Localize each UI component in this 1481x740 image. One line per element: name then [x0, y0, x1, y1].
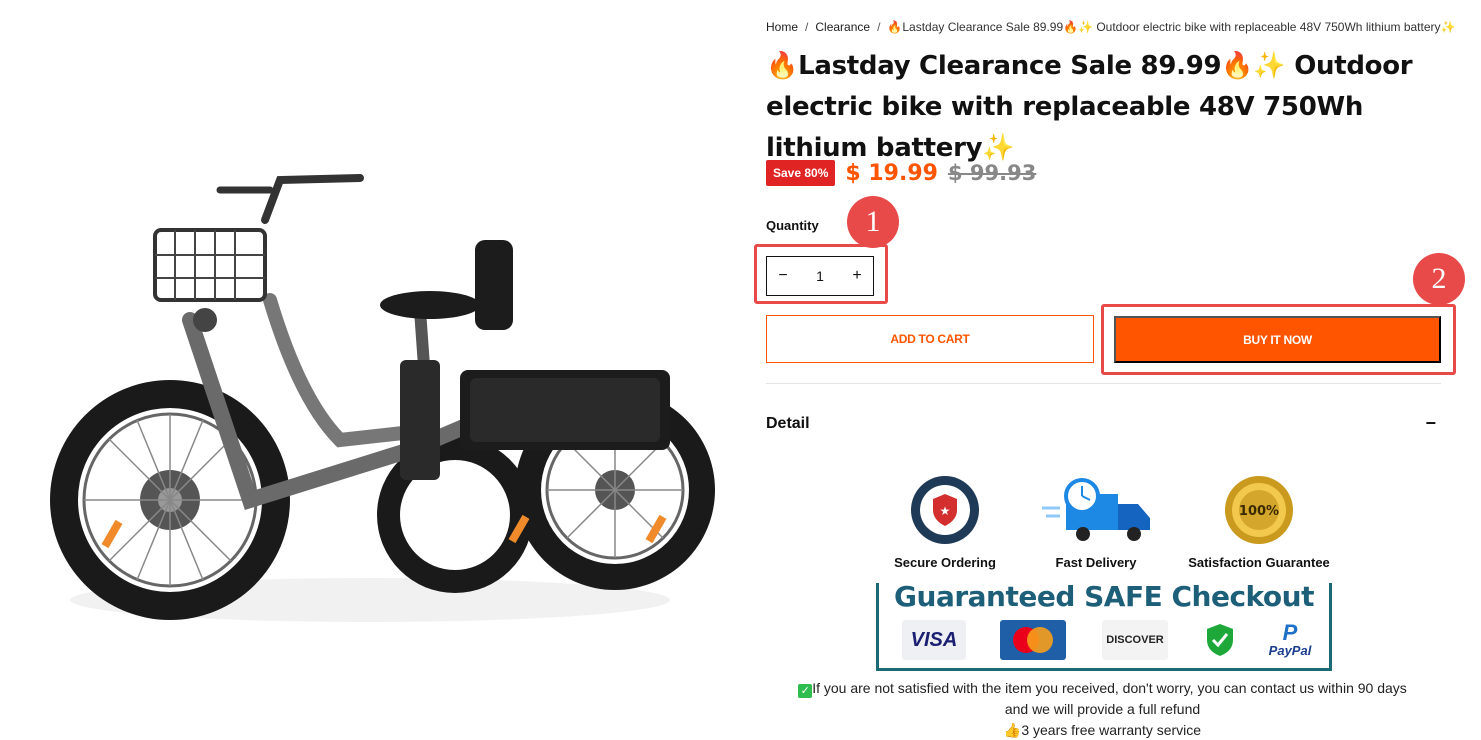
satisfaction-guarantee-badge: 100% Satisfaction Guarantee [1186, 474, 1332, 570]
warranty-line: 3 years free warranty service [1021, 722, 1202, 738]
mastercard-icon [1013, 627, 1053, 653]
secure-shield-logo [1200, 620, 1240, 660]
breadcrumb-home[interactable]: Home [766, 20, 798, 34]
secure-ordering-badge: ★ Secure Ordering [882, 474, 1008, 570]
annotation-box-1 [754, 244, 888, 304]
breadcrumb-current: 🔥Lastday Clearance Sale 89.99🔥✨ Outdoor … [887, 20, 1456, 34]
breadcrumb-clearance[interactable]: Clearance [815, 20, 870, 34]
discover-logo: DISCOVER [1102, 620, 1168, 660]
breadcrumb-separator: / [877, 20, 881, 34]
electric-tricycle-image [40, 120, 716, 680]
product-image[interactable] [40, 120, 716, 680]
money-back-text: 100% [1239, 504, 1279, 519]
satisfaction-guarantee-label: Satisfaction Guarantee [1188, 555, 1330, 570]
safe-checkout-title: Guaranteed SAFE Checkout [876, 580, 1332, 613]
money-back-seal-icon: 100% [1225, 476, 1293, 544]
shield-check-icon [1207, 624, 1233, 656]
detail-accordion-header[interactable]: Detail − [766, 413, 1436, 434]
refund-line-1: If you are not satisfied with the item y… [812, 680, 1407, 696]
price-row: Save 80% $ 19.99 $ 99.93 [766, 160, 1036, 186]
detail-heading: Detail [766, 414, 810, 432]
visa-logo: VISA [902, 620, 966, 660]
breadcrumb: Home / Clearance / 🔥Lastday Clearance Sa… [766, 20, 1466, 34]
fast-delivery-badge: Fast Delivery [1032, 474, 1160, 570]
sale-price: $ 19.99 [845, 160, 938, 186]
annotation-box-2 [1101, 304, 1456, 375]
thumbs-up-icon: 👍 [1003, 722, 1022, 738]
refund-line-2: and we will provide a full refund [1004, 701, 1201, 717]
secure-ordering-label: Secure Ordering [894, 555, 996, 570]
quantity-label: Quantity [766, 218, 819, 233]
paypal-icon: P [1282, 619, 1298, 645]
delivery-truck-icon [1042, 478, 1150, 541]
refund-note: ✓ If you are not satisfied with the item … [760, 678, 1445, 740]
add-to-cart-button[interactable]: ADD TO CART [766, 315, 1094, 363]
check-icon: ✓ [798, 684, 813, 698]
breadcrumb-separator: / [805, 20, 809, 34]
annotation-number-2: 2 [1413, 253, 1465, 305]
svg-text:★: ★ [940, 504, 951, 518]
product-title: 🔥Lastday Clearance Sale 89.99🔥✨ Outdoor … [766, 51, 1413, 163]
save-badge: Save 80% [766, 160, 836, 186]
mastercard-logo [1000, 620, 1066, 660]
annotation-number-1: 1 [847, 196, 899, 248]
divider [766, 383, 1441, 384]
secure-ordering-seal-icon: ★ [911, 476, 979, 544]
paypal-label: PayPal [1268, 642, 1312, 658]
collapse-icon[interactable]: − [1425, 413, 1436, 434]
paypal-logo: P PayPal [1264, 620, 1316, 660]
compare-price: $ 99.93 [947, 161, 1037, 185]
fast-delivery-label: Fast Delivery [1055, 555, 1137, 570]
